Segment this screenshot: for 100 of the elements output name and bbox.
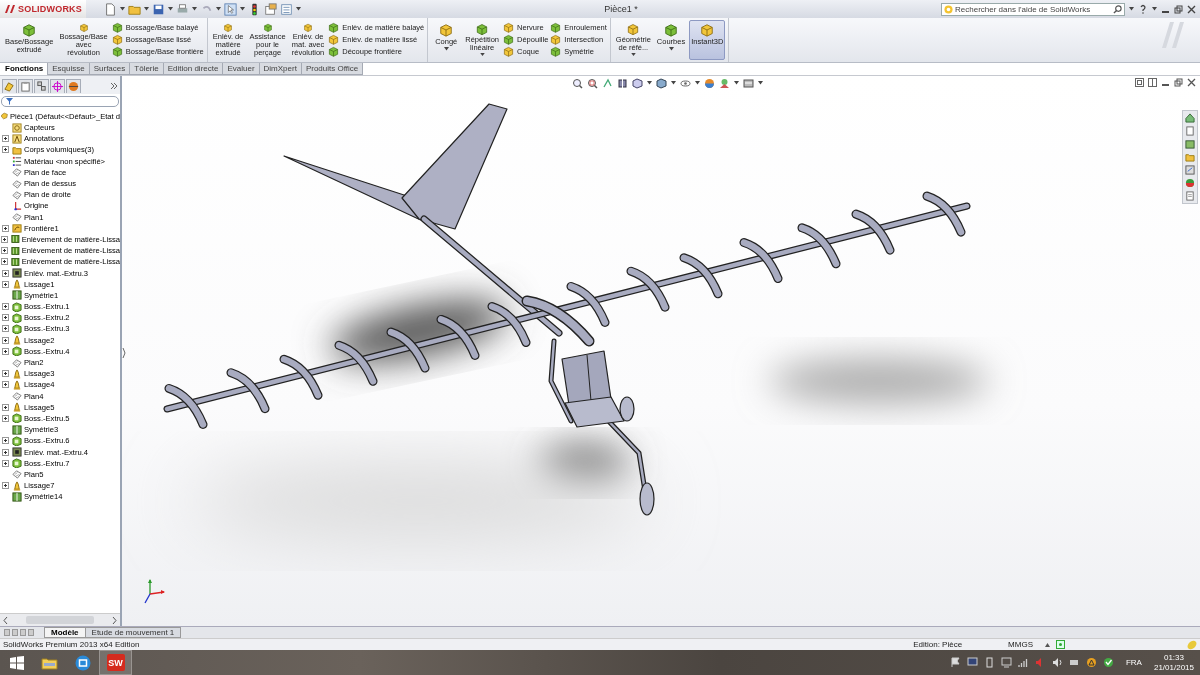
- expand-icon[interactable]: [2, 224, 9, 232]
- speaker-icon[interactable]: [1051, 657, 1063, 668]
- expand-icon[interactable]: [2, 269, 9, 277]
- caret-icon[interactable]: [647, 81, 652, 86]
- view-palette-icon[interactable]: [1185, 164, 1195, 175]
- expand-icon[interactable]: [2, 336, 9, 344]
- custom-properties-icon[interactable]: [1185, 190, 1195, 201]
- panel-tab[interactable]: [34, 78, 49, 93]
- hide-show-icon[interactable]: [680, 77, 691, 89]
- expand-icon[interactable]: [2, 303, 9, 311]
- signal-icon[interactable]: [1017, 657, 1029, 668]
- expand-icon[interactable]: [1, 258, 9, 266]
- bell-icon: [12, 480, 22, 491]
- caret-icon[interactable]: [668, 46, 674, 51]
- filter-field[interactable]: [1, 95, 119, 107]
- caret-icon[interactable]: [120, 7, 125, 11]
- section-view-icon[interactable]: [617, 77, 628, 89]
- tile-view-icon[interactable]: [1135, 77, 1144, 87]
- library-icon[interactable]: [1185, 138, 1195, 149]
- caret-icon[interactable]: [1152, 7, 1157, 11]
- folder-icon[interactable]: [1185, 151, 1195, 162]
- expand-icon[interactable]: [2, 146, 9, 154]
- expand-icon[interactable]: [1, 235, 9, 243]
- caret-icon[interactable]: [144, 7, 149, 11]
- screen-icon[interactable]: [1000, 657, 1012, 668]
- view-orientation-icon[interactable]: [632, 77, 643, 89]
- app-logo[interactable]: SOLIDWORKS: [0, 0, 86, 18]
- device-icon[interactable]: [983, 657, 995, 668]
- home-icon[interactable]: [1185, 112, 1195, 123]
- restore-icon[interactable]: [1174, 77, 1183, 87]
- flag-icon[interactable]: [949, 657, 961, 668]
- expand-icon[interactable]: [2, 370, 9, 378]
- save-icon[interactable]: [152, 2, 165, 16]
- caret-icon[interactable]: [192, 7, 197, 11]
- display-settings-icon[interactable]: [743, 77, 754, 89]
- printer-icon[interactable]: [176, 2, 189, 16]
- splitter-grip-icon[interactable]: [122, 347, 126, 358]
- appearance-icon[interactable]: [704, 77, 715, 89]
- caret-up-icon[interactable]: [1045, 642, 1050, 647]
- expand-icon[interactable]: [2, 347, 9, 355]
- scene-icon[interactable]: [719, 77, 730, 89]
- new-document-icon[interactable]: [104, 2, 117, 16]
- app-button[interactable]: SW: [106, 654, 125, 671]
- caret-icon[interactable]: [1129, 7, 1134, 11]
- double-chevron-icon[interactable]: [110, 81, 118, 90]
- expand-icon[interactable]: [2, 280, 9, 288]
- battery-icon[interactable]: [1068, 657, 1080, 668]
- caret-icon[interactable]: [671, 81, 676, 86]
- input-language[interactable]: FRA: [1125, 658, 1142, 667]
- scrollbar-thumb[interactable]: [26, 616, 94, 624]
- expand-icon[interactable]: [2, 403, 9, 411]
- caret-icon[interactable]: [443, 46, 449, 51]
- windows-logo-icon[interactable]: [9, 655, 24, 670]
- caret-icon[interactable]: [168, 7, 173, 11]
- feature-tree-icon: [4, 80, 15, 92]
- options-icon[interactable]: [264, 2, 277, 16]
- close-icon[interactable]: [1187, 77, 1196, 87]
- scroll-right-icon[interactable]: [112, 616, 117, 624]
- cube-icon: [22, 23, 37, 37]
- expand-icon[interactable]: [2, 381, 9, 389]
- panel-tab[interactable]: [66, 78, 81, 93]
- caret-icon[interactable]: [734, 81, 739, 86]
- zoom-area-icon[interactable]: [587, 77, 598, 89]
- caret-icon[interactable]: [216, 7, 221, 11]
- expand-icon[interactable]: [2, 325, 9, 333]
- expand-icon[interactable]: [1, 247, 9, 255]
- expand-icon[interactable]: [2, 314, 9, 322]
- close-icon[interactable]: [1187, 4, 1196, 14]
- folder-icon[interactable]: [41, 655, 58, 670]
- caret-icon[interactable]: [758, 81, 763, 86]
- caret-icon[interactable]: [479, 53, 485, 57]
- app-icon[interactable]: [74, 654, 91, 671]
- cube-icon: [503, 46, 515, 58]
- caret-icon[interactable]: [695, 81, 700, 86]
- appearance-icon[interactable]: [1185, 177, 1195, 188]
- restore-icon[interactable]: [1174, 4, 1183, 14]
- split-view-icon[interactable]: [1148, 77, 1157, 87]
- expand-icon[interactable]: [2, 459, 9, 467]
- monitor-icon[interactable]: [966, 657, 978, 668]
- cube-icon: [12, 301, 22, 312]
- warning-icon[interactable]: [1085, 657, 1097, 668]
- caret-icon[interactable]: [240, 7, 245, 11]
- expand-icon[interactable]: [2, 135, 9, 143]
- expand-icon[interactable]: [2, 437, 9, 445]
- panel-tab[interactable]: [2, 78, 17, 93]
- expand-icon[interactable]: [2, 482, 9, 490]
- shield-icon[interactable]: [1102, 657, 1114, 668]
- search-input[interactable]: Rechercher dans l'aide de SolidWorks: [955, 4, 1111, 14]
- panel-tab[interactable]: [50, 78, 65, 93]
- search-field[interactable]: Rechercher dans l'aide de SolidWorks: [941, 2, 1125, 16]
- scroll-left-icon[interactable]: [3, 616, 8, 624]
- caret-icon[interactable]: [630, 53, 636, 57]
- expand-icon[interactable]: [2, 414, 9, 422]
- display-style-icon[interactable]: [656, 77, 667, 89]
- document-icon[interactable]: [1185, 125, 1195, 136]
- unit-system[interactable]: MMGS: [1008, 640, 1033, 649]
- zoom-to-fit-icon[interactable]: [572, 77, 583, 89]
- caret-icon[interactable]: [296, 7, 301, 11]
- cut-loft-icon: [10, 234, 20, 245]
- expand-icon[interactable]: [2, 448, 9, 456]
